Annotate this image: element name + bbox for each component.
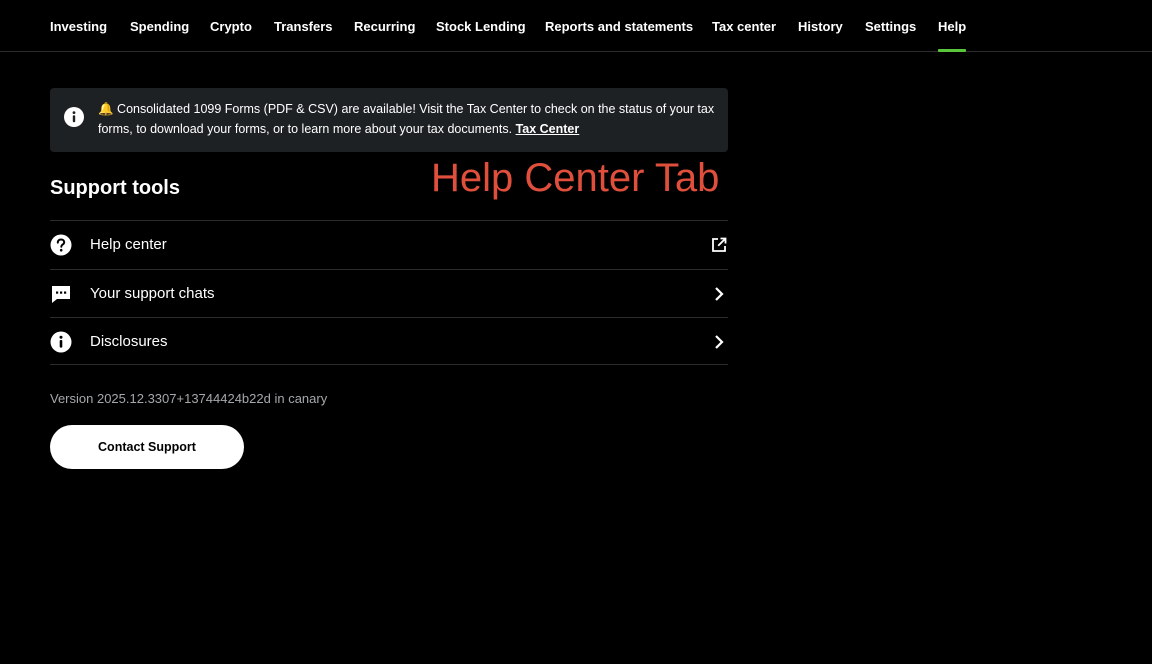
disclosures-row[interactable]: Disclosures: [50, 317, 728, 365]
tax-forms-banner: 🔔 Consolidated 1099 Forms (PDF & CSV) ar…: [50, 88, 728, 152]
nav-tab-help[interactable]: Help: [938, 0, 967, 52]
nav-tab-transfers[interactable]: Transfers: [274, 0, 333, 52]
info-icon: [64, 107, 84, 127]
nav-tab-spending[interactable]: Spending: [130, 0, 189, 52]
support-chats-row[interactable]: Your support chats: [50, 269, 728, 317]
info-icon: [50, 331, 72, 353]
nav-tab-recurring[interactable]: Recurring: [354, 0, 415, 52]
chevron-right-icon: [710, 285, 728, 303]
question-circle-icon: [50, 234, 72, 256]
external-link-icon: [710, 236, 728, 254]
disclosures-label: Disclosures: [90, 333, 168, 350]
version-text: Version 2025.12.3307+13744424b22d in can…: [50, 391, 328, 406]
help-center-row[interactable]: Help center: [50, 220, 728, 268]
banner-message: 🔔 Consolidated 1099 Forms (PDF & CSV) ar…: [98, 99, 718, 139]
nav-tab-settings[interactable]: Settings: [865, 0, 916, 52]
contact-support-button[interactable]: Contact Support: [50, 425, 244, 469]
nav-tab-crypto[interactable]: Crypto: [210, 0, 252, 52]
annotation-label: Help Center Tab: [431, 156, 720, 200]
help-center-label: Help center: [90, 236, 167, 253]
bell-icon: 🔔: [98, 102, 114, 116]
chevron-right-icon: [710, 333, 728, 351]
nav-tab-history[interactable]: History: [798, 0, 843, 52]
nav-tab-reports-and-statements[interactable]: Reports and statements: [545, 0, 693, 52]
top-navigation: Investing Spending Crypto Transfers Recu…: [0, 0, 1152, 52]
banner-text: Consolidated 1099 Forms (PDF & CSV) are …: [98, 102, 715, 136]
nav-tab-tax-center[interactable]: Tax center: [712, 0, 776, 52]
chat-bubble-icon: [50, 283, 72, 305]
support-chats-label: Your support chats: [90, 285, 215, 302]
support-tools-heading: Support tools: [50, 177, 180, 199]
nav-tab-investing[interactable]: Investing: [50, 0, 107, 52]
nav-tab-stock-lending[interactable]: Stock Lending: [436, 0, 526, 52]
tax-center-link[interactable]: Tax Center: [516, 122, 580, 136]
